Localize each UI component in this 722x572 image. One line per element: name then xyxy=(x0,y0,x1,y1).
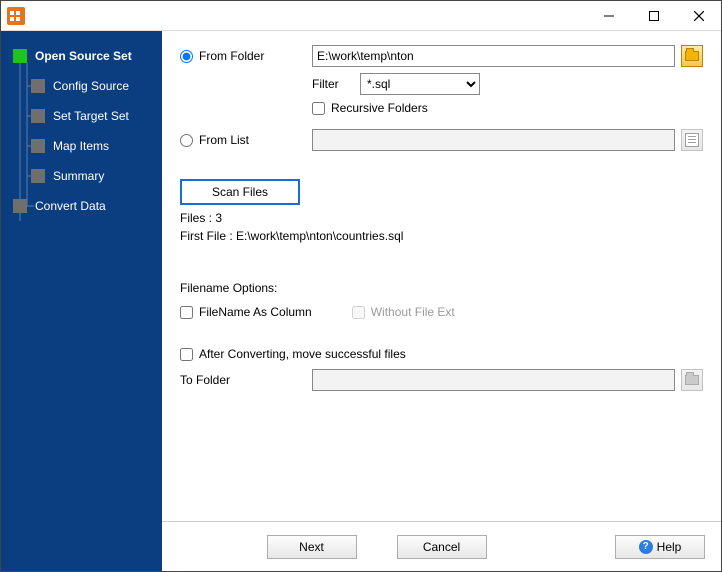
filename-as-column-label[interactable]: FileName As Column xyxy=(180,305,312,319)
step-box-icon xyxy=(31,109,45,123)
sidebar-item-label: Map Items xyxy=(53,139,109,153)
list-path-input xyxy=(312,129,675,151)
sidebar-item-map-items[interactable]: Map Items xyxy=(1,131,162,161)
close-button[interactable] xyxy=(676,1,721,31)
after-converting-move-checkbox[interactable] xyxy=(180,348,193,361)
filename-options-header: Filename Options: xyxy=(180,281,703,295)
cancel-button[interactable]: Cancel xyxy=(397,535,487,559)
wizard-window: Open Source Set Config Source Set Target… xyxy=(0,0,722,572)
filename-as-column-checkbox[interactable] xyxy=(180,306,193,319)
files-count-text: Files : 3 xyxy=(180,211,703,225)
maximize-button[interactable] xyxy=(631,1,676,31)
main-panel: From Folder Filt xyxy=(162,31,721,571)
help-button-text: Help xyxy=(657,540,682,554)
without-file-ext-text: Without File Ext xyxy=(371,305,455,319)
from-list-radio[interactable] xyxy=(180,134,193,147)
from-list-radio-label[interactable]: From List xyxy=(180,133,249,147)
sidebar-item-config-source[interactable]: Config Source xyxy=(1,71,162,101)
minimize-button[interactable] xyxy=(586,1,631,31)
without-file-ext-label: Without File Ext xyxy=(352,305,455,319)
wizard-sidebar: Open Source Set Config Source Set Target… xyxy=(1,31,162,571)
browse-to-folder-button xyxy=(681,369,703,391)
app-icon xyxy=(7,7,25,25)
recursive-folders-text: Recursive Folders xyxy=(331,101,428,115)
step-box-icon xyxy=(31,169,45,183)
after-converting-move-label[interactable]: After Converting, move successful files xyxy=(180,347,406,361)
without-file-ext-checkbox xyxy=(352,306,365,319)
to-folder-label: To Folder xyxy=(180,373,230,387)
from-folder-radio[interactable] xyxy=(180,50,193,63)
folder-path-input[interactable] xyxy=(312,45,675,67)
step-box-icon xyxy=(13,49,27,63)
help-button[interactable]: ? Help xyxy=(615,535,705,559)
help-icon: ? xyxy=(639,540,653,554)
step-box-icon xyxy=(31,79,45,93)
first-file-text: First File : E:\work\temp\nton\countries… xyxy=(180,229,703,243)
filename-as-column-text: FileName As Column xyxy=(199,305,312,319)
step-box-icon xyxy=(13,199,27,213)
sidebar-item-label: Config Source xyxy=(53,79,129,93)
maximize-icon xyxy=(649,11,659,21)
recursive-folders-checkbox-label[interactable]: Recursive Folders xyxy=(312,101,675,115)
recursive-folders-checkbox[interactable] xyxy=(312,102,325,115)
from-list-label-text: From List xyxy=(199,133,249,147)
browse-list-button xyxy=(681,129,703,151)
browse-folder-button[interactable] xyxy=(681,45,703,67)
sidebar-item-label: Set Target Set xyxy=(53,109,129,123)
from-folder-radio-label[interactable]: From Folder xyxy=(180,49,264,63)
step-box-icon xyxy=(31,139,45,153)
sidebar-item-open-source-set[interactable]: Open Source Set xyxy=(1,41,162,71)
titlebar xyxy=(1,1,721,31)
to-folder-input xyxy=(312,369,675,391)
sidebar-item-set-target-set[interactable]: Set Target Set xyxy=(1,101,162,131)
next-button[interactable]: Next xyxy=(267,535,357,559)
sidebar-item-label: Summary xyxy=(53,169,104,183)
list-file-icon xyxy=(685,133,699,147)
filter-label: Filter xyxy=(312,77,360,91)
folder-icon xyxy=(685,51,699,61)
sidebar-item-label: Open Source Set xyxy=(35,49,132,63)
after-converting-move-text: After Converting, move successful files xyxy=(199,347,406,361)
sidebar-item-summary[interactable]: Summary xyxy=(1,161,162,191)
from-folder-label-text: From Folder xyxy=(199,49,264,63)
sidebar-item-convert-data[interactable]: Convert Data xyxy=(1,191,162,221)
scan-files-button[interactable]: Scan Files xyxy=(180,179,300,205)
minimize-icon xyxy=(604,11,614,21)
folder-icon xyxy=(685,375,699,385)
sidebar-item-label: Convert Data xyxy=(35,199,106,213)
wizard-footer: Next Cancel ? Help xyxy=(162,521,721,571)
close-icon xyxy=(694,11,704,21)
filter-select[interactable]: *.sql xyxy=(360,73,480,95)
